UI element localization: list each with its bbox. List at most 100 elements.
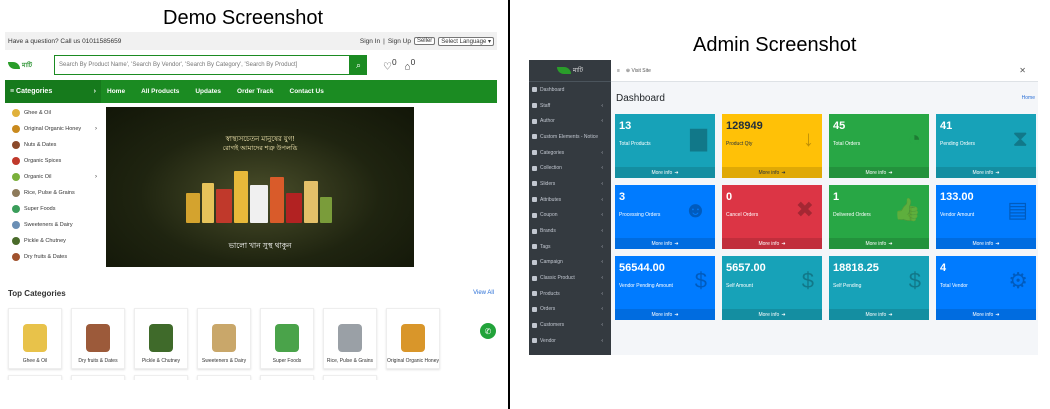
stat-box: 3 Processing Orders ☻ More info ➜ <box>615 185 715 249</box>
nav-link-contact-us[interactable]: Contact Us <box>290 88 324 95</box>
sidebar-item-campaign[interactable]: Campaign ‹ <box>529 255 611 271</box>
category-item[interactable]: Organic Spices <box>5 153 101 169</box>
chevron-left-icon: ‹ <box>601 149 603 156</box>
sidebar-item-orders[interactable]: Orders ‹ <box>529 302 611 318</box>
sidebar-item-sliders[interactable]: Sliders ‹ <box>529 176 611 192</box>
cart-icon[interactable]: ⌂0 <box>405 57 416 72</box>
sidebar-icon <box>532 228 537 234</box>
more-info-link[interactable]: More info ➜ <box>936 238 1036 249</box>
more-info-link[interactable]: More info ➜ <box>722 167 822 178</box>
stat-box: 4 Total Vendor ⚙ More info ➜ <box>936 256 1036 320</box>
more-info-link[interactable]: More info ➜ <box>615 238 715 249</box>
category-card[interactable]: Ghee & Oil <box>8 308 62 369</box>
stat-label: Product Qty <box>726 141 753 147</box>
category-card[interactable] <box>197 375 251 380</box>
sidebar-item-products[interactable]: Products ‹ <box>529 286 611 302</box>
category-card[interactable] <box>8 375 62 380</box>
hamburger-icon[interactable]: ≡ <box>617 68 620 74</box>
sidebar-icon <box>532 259 537 265</box>
sidebar-item-custom-elements-notice[interactable]: Custom Elements - Notice <box>529 129 611 145</box>
close-icon[interactable]: ✕ <box>1019 66 1026 75</box>
category-card[interactable]: Pickle & Chutney <box>134 308 188 369</box>
whatsapp-icon[interactable]: ✆ <box>480 323 496 339</box>
sidebar-item-attributes[interactable]: Attributes ‹ <box>529 192 611 208</box>
sidebar-item-author[interactable]: Author ‹ <box>529 113 611 129</box>
sidebar-item-collection[interactable]: Collection ‹ <box>529 160 611 176</box>
category-card[interactable] <box>260 375 314 380</box>
more-info-link[interactable]: More info ➜ <box>615 309 715 320</box>
visit-site-link[interactable]: ⊕ Visit Site <box>626 68 651 74</box>
category-item[interactable]: Sweeteners & Dairy <box>5 217 101 233</box>
category-item[interactable]: Rice, Pulse & Grains <box>5 185 101 201</box>
breadcrumb[interactable]: Home <box>1022 95 1035 101</box>
sidebar-item-categories[interactable]: Categories ‹ <box>529 145 611 161</box>
close-box-icon: ✖ <box>795 197 814 222</box>
category-item[interactable]: Nuts & Dates <box>5 137 101 153</box>
categories-toggle[interactable]: ≡ Categories › <box>5 80 101 103</box>
more-info-link[interactable]: More info ➜ <box>936 309 1036 320</box>
contact-text: Have a question? Call us 01011585659 <box>8 37 122 45</box>
nav-link-order-track[interactable]: Order Track <box>237 88 274 95</box>
category-image <box>338 324 362 352</box>
sign-in-link[interactable]: Sign In <box>360 38 380 45</box>
category-card-label: Dry fruits & Dates <box>78 358 118 364</box>
sidebar-item-classic-product[interactable]: Classic Product ‹ <box>529 270 611 286</box>
search-input[interactable]: Search By Product Name', 'Search By Vend… <box>54 55 350 75</box>
nav-link-home[interactable]: Home <box>107 88 125 95</box>
arrow-circle-right-icon: ➜ <box>995 240 1000 247</box>
sidebar-item-tags[interactable]: Tags ‹ <box>529 239 611 255</box>
sidebar-item-label: Products <box>540 290 560 297</box>
more-info-link[interactable]: More info ➜ <box>829 167 929 178</box>
more-info-link[interactable]: More info ➜ <box>615 167 715 178</box>
more-info-link[interactable]: More info ➜ <box>722 309 822 320</box>
category-card[interactable]: Dry fruits & Dates <box>71 308 125 369</box>
stat-label: Vendor Pending Amount <box>619 283 673 289</box>
sidebar-item-customers[interactable]: Customers ‹ <box>529 317 611 333</box>
sidebar-item-vendor[interactable]: Vendor ‹ <box>529 333 611 349</box>
admin-logo[interactable]: মাটি <box>529 60 611 82</box>
category-card[interactable]: Super Foods <box>260 308 314 369</box>
category-card[interactable]: Sweeteners & Dairy <box>197 308 251 369</box>
wishlist-icon[interactable]: ♡0 <box>383 57 397 72</box>
sidebar-item-staff[interactable]: Staff ‹ <box>529 98 611 114</box>
id-card-icon: ▤ <box>1007 197 1028 222</box>
store-logo[interactable]: মাটি <box>8 58 48 72</box>
search-button[interactable]: ⌕ <box>350 55 367 75</box>
nav-link-updates[interactable]: Updates <box>195 88 221 95</box>
category-card-label: Pickle & Chutney <box>141 358 181 364</box>
category-item[interactable]: Original Organic Honey › <box>5 121 101 137</box>
seller-button[interactable]: Seller <box>413 37 436 45</box>
sidebar-item-dashboard[interactable]: Dashboard <box>529 82 611 98</box>
more-info-link[interactable]: More info ➜ <box>722 238 822 249</box>
category-card[interactable] <box>134 375 188 380</box>
sign-up-link[interactable]: Sign Up <box>388 38 411 45</box>
stat-box: 5657.00 Self Amount $ More info ➜ <box>722 256 822 320</box>
chevron-left-icon: ‹ <box>601 259 603 266</box>
category-card-label: Rice, Pulse & Grains <box>326 358 374 364</box>
sidebar-item-brands[interactable]: Brands ‹ <box>529 223 611 239</box>
stat-box: 41 Pending Orders ⧗ More info ➜ <box>936 114 1036 178</box>
category-item[interactable]: Pickle & Chutney <box>5 233 101 249</box>
category-card[interactable]: Rice, Pulse & Grains <box>323 308 377 369</box>
nav-link-all-products[interactable]: All Products <box>141 88 179 95</box>
category-item[interactable]: Ghee & Oil <box>5 105 101 121</box>
view-all-link[interactable]: View All <box>473 290 494 296</box>
more-info-link[interactable]: More info ➜ <box>829 238 929 249</box>
stat-label: Cancel Orders <box>726 212 759 218</box>
sidebar-item-coupon[interactable]: Coupon ‹ <box>529 208 611 224</box>
chevron-left-icon: ‹ <box>601 180 603 187</box>
sidebar-item-label: Customers <box>540 322 565 329</box>
search-row: মাটি Search By Product Name', 'Search By… <box>5 50 497 80</box>
chevron-left-icon: ‹ <box>601 228 603 235</box>
hourglass-icon: ⧗ <box>1012 126 1028 151</box>
category-item[interactable]: Dry fruits & Dates <box>5 249 101 265</box>
category-item[interactable]: Super Foods <box>5 201 101 217</box>
language-select[interactable]: Select Language ▾ <box>438 36 494 46</box>
category-card[interactable] <box>323 375 377 380</box>
category-card[interactable] <box>71 375 125 380</box>
category-card[interactable]: Original Organic Honey <box>386 308 440 369</box>
more-info-link[interactable]: More info ➜ <box>936 167 1036 178</box>
hero-banner[interactable]: স্বাস্থ্যসচেতন মানুষের যুগ! রোগই আমাদের … <box>106 107 414 267</box>
category-item[interactable]: Organic Oil › <box>5 169 101 185</box>
more-info-link[interactable]: More info ➜ <box>829 309 929 320</box>
